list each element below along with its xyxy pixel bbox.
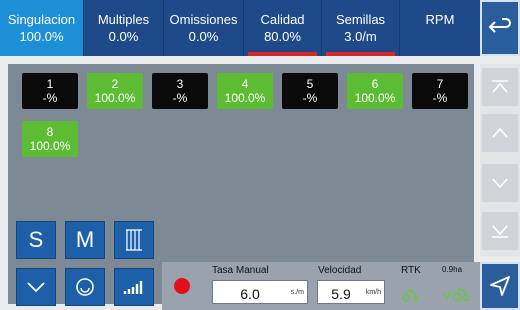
metric-tab-bar: Singulacion 100.0% Multiples 0.0% Omissi… bbox=[0, 0, 480, 56]
tab-singulacion-label: Singulacion bbox=[7, 12, 76, 27]
row-value: 100.0% bbox=[354, 91, 396, 105]
tab-omissiones-value: 0.0% bbox=[188, 29, 219, 44]
row-box[interactable]: 7 -% bbox=[412, 73, 468, 109]
chevron-down-icon bbox=[27, 282, 45, 293]
tasa-manual-unit: s./m bbox=[290, 289, 304, 296]
tab-omissiones-label: Omissiones bbox=[169, 12, 238, 27]
tab-calidad-alert-underline bbox=[248, 52, 317, 56]
scroll-bottom-button[interactable] bbox=[482, 212, 518, 250]
row-box[interactable]: 6 100.0% bbox=[347, 73, 403, 109]
row-value: -% bbox=[302, 91, 318, 105]
tab-calidad[interactable]: Calidad 80.0% bbox=[244, 0, 322, 56]
velocidad-label: Velocidad bbox=[318, 265, 362, 276]
reset-button[interactable] bbox=[65, 268, 105, 306]
chevron-up-icon bbox=[492, 127, 508, 138]
row-box[interactable]: 8 100.0% bbox=[22, 121, 78, 157]
row-box[interactable]: 5 -% bbox=[282, 73, 338, 109]
rtk-label: RTK bbox=[401, 265, 421, 276]
scroll-down-button[interactable] bbox=[482, 164, 518, 202]
row-box[interactable]: 3 -% bbox=[152, 73, 208, 109]
control-strip: Tasa Manual 6.0 s./m Velocidad 5.9 km/h … bbox=[162, 262, 480, 310]
scroll-top-button[interactable] bbox=[482, 68, 518, 106]
tab-omissiones[interactable]: Omissiones 0.0% bbox=[164, 0, 244, 56]
row-number: 5 bbox=[306, 77, 314, 91]
scroll-up-button[interactable] bbox=[482, 114, 518, 152]
expand-down-button[interactable] bbox=[16, 268, 56, 306]
back-button[interactable] bbox=[480, 0, 520, 56]
back-arrow-icon bbox=[488, 18, 511, 33]
tasa-manual-value: 6.0 bbox=[240, 286, 260, 302]
tab-rpm-label: RPM bbox=[425, 12, 455, 27]
navigation-arrow-icon bbox=[490, 276, 510, 296]
row-number: 4 bbox=[241, 77, 249, 91]
row-number: 3 bbox=[176, 77, 184, 91]
tab-rpm[interactable]: RPM bbox=[400, 0, 480, 56]
row-value: -% bbox=[42, 91, 58, 105]
row-number: 2 bbox=[111, 77, 119, 91]
record-button[interactable] bbox=[162, 264, 202, 308]
tab-semillas-alert-underline bbox=[326, 52, 395, 56]
row-value: 100.0% bbox=[224, 91, 266, 105]
tab-semillas[interactable]: Semillas 3.0/m bbox=[322, 0, 400, 56]
s-button[interactable]: S bbox=[16, 221, 56, 259]
row-number: 7 bbox=[436, 77, 444, 91]
tab-multiples[interactable]: Multiples 0.0% bbox=[84, 0, 164, 56]
row-value: -% bbox=[172, 91, 188, 105]
rate-ramp-button[interactable] bbox=[114, 268, 154, 306]
tab-calidad-value: 80.0% bbox=[264, 29, 301, 44]
row-value: 100.0% bbox=[29, 139, 71, 153]
scroll-top-icon bbox=[492, 80, 508, 93]
scroll-button-column bbox=[480, 64, 520, 256]
velocidad-unit: km/h bbox=[365, 289, 381, 296]
tab-multiples-value: 0.0% bbox=[108, 29, 139, 44]
scroll-bottom-icon bbox=[492, 225, 508, 238]
velocidad-display: 5.9 km/h bbox=[317, 280, 385, 304]
row-box[interactable]: 2 100.0% bbox=[87, 73, 143, 109]
tab-singulacion[interactable]: Singulacion 100.0% bbox=[0, 0, 84, 56]
rtk-tractor-icon bbox=[402, 288, 419, 302]
tasa-manual-input[interactable]: 6.0 s./m bbox=[212, 280, 308, 304]
tab-semillas-value: 3.0/m bbox=[344, 29, 377, 44]
navigate-button[interactable] bbox=[480, 262, 520, 310]
row-number: 8 bbox=[46, 125, 54, 139]
refresh-icon bbox=[76, 278, 94, 296]
area-label: 0.9ha bbox=[442, 265, 463, 274]
tab-calidad-label: Calidad bbox=[260, 12, 305, 27]
row-number: 6 bbox=[371, 77, 379, 91]
m-button[interactable]: M bbox=[65, 221, 105, 259]
tab-semillas-label: Semillas bbox=[335, 12, 386, 27]
row-box[interactable]: 4 100.0% bbox=[217, 73, 273, 109]
row-box[interactable]: 1 -% bbox=[22, 73, 78, 109]
row-bars-icon bbox=[126, 229, 142, 251]
row-value: 100.0% bbox=[94, 91, 136, 105]
row-number: 1 bbox=[46, 77, 54, 91]
chevron-down-icon bbox=[492, 178, 508, 189]
m-button-label: M bbox=[75, 227, 95, 252]
tab-multiples-label: Multiples bbox=[97, 12, 150, 27]
signal-ramp-icon bbox=[123, 281, 143, 294]
tab-singulacion-value: 100.0% bbox=[19, 29, 64, 44]
row-shutoff-button[interactable] bbox=[114, 221, 154, 259]
row-value: -% bbox=[432, 91, 448, 105]
tasa-manual-label: Tasa Manual bbox=[212, 265, 269, 276]
record-icon bbox=[174, 278, 190, 294]
area-tractor-icon bbox=[442, 287, 470, 302]
velocidad-value: 5.9 bbox=[331, 286, 351, 302]
s-button-label: S bbox=[28, 227, 44, 252]
